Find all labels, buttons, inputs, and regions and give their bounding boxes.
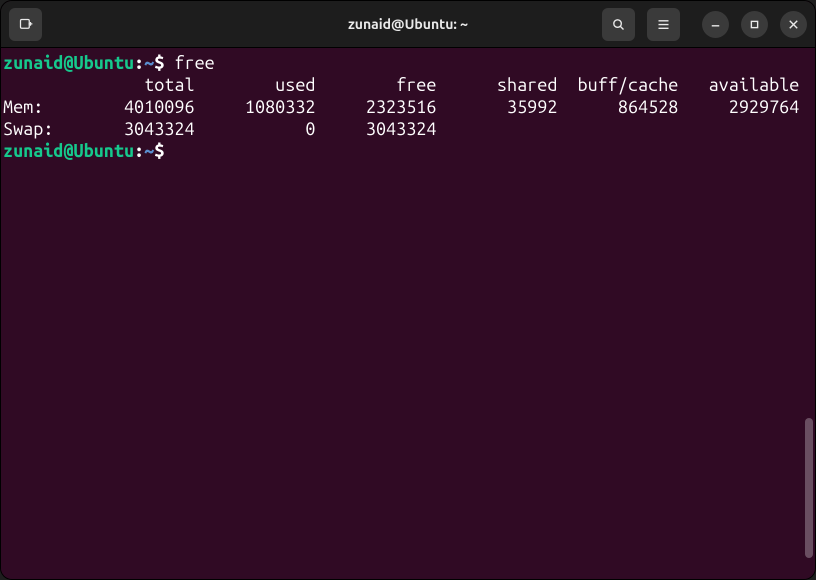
close-button[interactable] <box>780 11 807 38</box>
prompt-sigil: $ <box>154 141 164 161</box>
prompt-user-host: zunaid@Ubuntu <box>3 53 134 73</box>
free-swap-row: Swap: 3043324 0 3043324 <box>3 119 436 139</box>
prompt-user-host: zunaid@Ubuntu <box>3 141 134 161</box>
terminal-output: zunaid@Ubuntu:~$ free total used free sh… <box>1 52 815 162</box>
free-mem-row: Mem: 4010096 1080332 2323516 35992 86452… <box>3 97 799 117</box>
free-header-row: total used free shared buff/cache availa… <box>3 75 799 95</box>
command-text: free <box>174 53 214 73</box>
titlebar: zunaid@Ubuntu: ~ <box>1 1 815 48</box>
minimize-button[interactable] <box>702 11 729 38</box>
prompt-colon: : <box>134 141 144 161</box>
prompt-sigil: $ <box>154 53 164 73</box>
prompt-colon: : <box>134 53 144 73</box>
prompt-path: ~ <box>144 141 154 161</box>
scrollbar-thumb[interactable] <box>805 418 813 558</box>
new-tab-button[interactable] <box>9 8 42 41</box>
terminal-window: zunaid@Ubuntu: ~ <box>0 0 816 580</box>
menu-button[interactable] <box>647 8 680 41</box>
terminal-body[interactable]: zunaid@Ubuntu:~$ free total used free sh… <box>1 48 815 579</box>
prompt-path: ~ <box>144 53 154 73</box>
search-button[interactable] <box>602 8 635 41</box>
maximize-button[interactable] <box>741 11 768 38</box>
